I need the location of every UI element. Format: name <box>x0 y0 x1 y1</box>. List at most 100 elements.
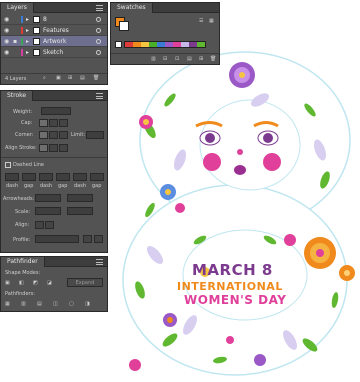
miter-join-button[interactable] <box>39 131 48 139</box>
tab-layers[interactable]: Layers <box>1 3 34 13</box>
end-arrowhead-select[interactable] <box>67 194 93 202</box>
eye-icon[interactable]: ◉ <box>4 36 9 47</box>
minus-front-icon[interactable]: ◧ <box>19 280 24 286</box>
panel-menu-icon[interactable] <box>96 93 103 99</box>
tab-swatches[interactable]: Swatches <box>111 3 153 13</box>
tab-stroke[interactable]: Stroke <box>1 91 34 101</box>
profile-select[interactable] <box>35 235 79 243</box>
layer-name[interactable]: Artwork <box>43 36 66 47</box>
layer-color-bar <box>21 27 23 34</box>
crop-icon[interactable]: ◫ <box>53 301 58 307</box>
tab-pathfinder[interactable]: Pathfinder <box>1 257 45 267</box>
pathfinder-tabbar: Pathfinder <box>1 257 107 267</box>
new-sublayer-icon[interactable]: ⊞ <box>68 75 72 81</box>
target-circle-icon[interactable] <box>96 28 101 33</box>
panel-menu-icon[interactable] <box>96 259 103 265</box>
pathfinder-panel: Pathfinder Shape Modes: ▣ ◧ ◩ ◪ Expand P… <box>0 256 108 312</box>
target-circle-icon[interactable] <box>96 50 101 55</box>
exclude-icon[interactable]: ◪ <box>47 280 52 286</box>
layer-row[interactable]: ◉ ▸ 8 <box>1 14 107 25</box>
locate-object-icon[interactable]: ⌕ <box>43 75 46 81</box>
unite-icon[interactable]: ▣ <box>5 280 10 286</box>
align-inside-button[interactable] <box>49 144 58 152</box>
target-circle-icon[interactable] <box>96 17 101 22</box>
panel-menu-icon[interactable] <box>96 5 103 11</box>
eye-icon[interactable]: ◉ <box>4 47 9 58</box>
arrow-align-place-button[interactable] <box>45 221 54 229</box>
dash-field-1[interactable] <box>5 173 19 181</box>
flip-along-button[interactable] <box>83 235 92 243</box>
trash-icon[interactable]: 🗑 <box>210 56 216 62</box>
gap-label: gap <box>92 183 102 189</box>
dashed-line-label: Dashed Line <box>13 162 44 168</box>
intersect-icon[interactable]: ◩ <box>33 280 38 286</box>
limit-field[interactable] <box>86 131 104 139</box>
swatch-none[interactable] <box>115 41 122 48</box>
projecting-cap-button[interactable] <box>59 119 68 127</box>
swatch-options-icon[interactable]: ⊡ <box>175 56 179 62</box>
flower-purple-top <box>229 62 255 88</box>
list-view-icon[interactable]: ☰ <box>199 18 203 24</box>
lock-icon[interactable]: ▪ <box>13 36 17 47</box>
expand-button[interactable]: Expand <box>67 278 103 287</box>
butt-cap-button[interactable] <box>39 119 48 127</box>
expand-arrow-icon[interactable]: ▸ <box>26 47 29 58</box>
expand-arrow-icon[interactable]: ▸ <box>26 36 29 47</box>
arrow-align-extend-button[interactable] <box>35 221 44 229</box>
target-circle-icon[interactable] <box>96 39 101 44</box>
number-eight-shape <box>122 51 351 376</box>
divide-icon[interactable]: ▦ <box>5 301 10 307</box>
show-kinds-icon[interactable]: ⊟ <box>163 56 167 62</box>
shape-modes-label: Shape Modes: <box>5 270 41 276</box>
new-swatch-icon[interactable]: ⊞ <box>199 56 203 62</box>
expand-arrow-icon[interactable]: ▸ <box>26 25 29 36</box>
gap-field-2[interactable] <box>56 173 70 181</box>
round-join-button[interactable] <box>49 131 58 139</box>
gap-field-3[interactable] <box>90 173 104 181</box>
new-color-group-icon[interactable]: ▤ <box>187 56 192 62</box>
round-cap-button[interactable] <box>49 119 58 127</box>
align-center-button[interactable] <box>39 144 48 152</box>
gap-label: gap <box>58 183 68 189</box>
swatch-library-icon[interactable]: ▥ <box>151 56 156 62</box>
stroke-swatch[interactable] <box>119 21 129 31</box>
fill-stroke-indicator[interactable] <box>115 17 129 31</box>
swatch-row[interactable] <box>124 41 206 48</box>
expand-arrow-icon[interactable]: ▸ <box>26 14 29 25</box>
layer-thumbnail <box>33 49 40 56</box>
start-scale-field[interactable] <box>35 207 61 215</box>
new-layer-icon[interactable]: ▤ <box>80 75 85 81</box>
layer-row[interactable]: ◉ ▸ Sketch <box>1 47 107 58</box>
clipping-mask-icon[interactable]: ▣ <box>56 75 61 81</box>
artwork-title-line2: INTERNATIONAL <box>177 280 283 293</box>
weight-field[interactable] <box>41 107 71 115</box>
flip-across-button[interactable] <box>94 235 103 243</box>
stroke-tabbar: Stroke <box>1 91 107 101</box>
align-stroke-label: Align Stroke: <box>5 145 37 151</box>
layer-row-selected[interactable]: ◉ ▪ ▸ Artwork <box>1 36 107 47</box>
align-outside-button[interactable] <box>59 144 68 152</box>
dash-field-2[interactable] <box>39 173 53 181</box>
layer-name[interactable]: 8 <box>43 14 47 25</box>
outline-icon[interactable]: ▢ <box>69 301 74 307</box>
dash-label: dash <box>6 183 19 189</box>
eye-icon[interactable]: ◉ <box>4 14 9 25</box>
trim-icon[interactable]: ▥ <box>21 301 26 307</box>
dash-field-3[interactable] <box>73 173 87 181</box>
eye-icon[interactable]: ◉ <box>4 25 9 36</box>
layer-name[interactable]: Sketch <box>43 47 63 58</box>
limit-label: Limit: <box>71 132 86 138</box>
end-scale-field[interactable] <box>67 207 93 215</box>
minus-back-icon[interactable]: ◨ <box>85 301 90 307</box>
trash-icon[interactable]: 🗑 <box>93 75 99 81</box>
grid-view-icon[interactable]: ▦ <box>209 18 214 24</box>
dashed-line-checkbox[interactable] <box>5 162 11 168</box>
layer-name[interactable]: Features <box>43 25 69 36</box>
layer-count: 4 Layers <box>5 76 27 82</box>
gap-field-1[interactable] <box>22 173 36 181</box>
layer-row[interactable]: ◉ ▸ Features <box>1 25 107 36</box>
start-arrowhead-select[interactable] <box>35 194 61 202</box>
merge-icon[interactable]: ▤ <box>37 301 42 307</box>
flower-orange-right <box>304 237 336 269</box>
bevel-join-button[interactable] <box>59 131 68 139</box>
